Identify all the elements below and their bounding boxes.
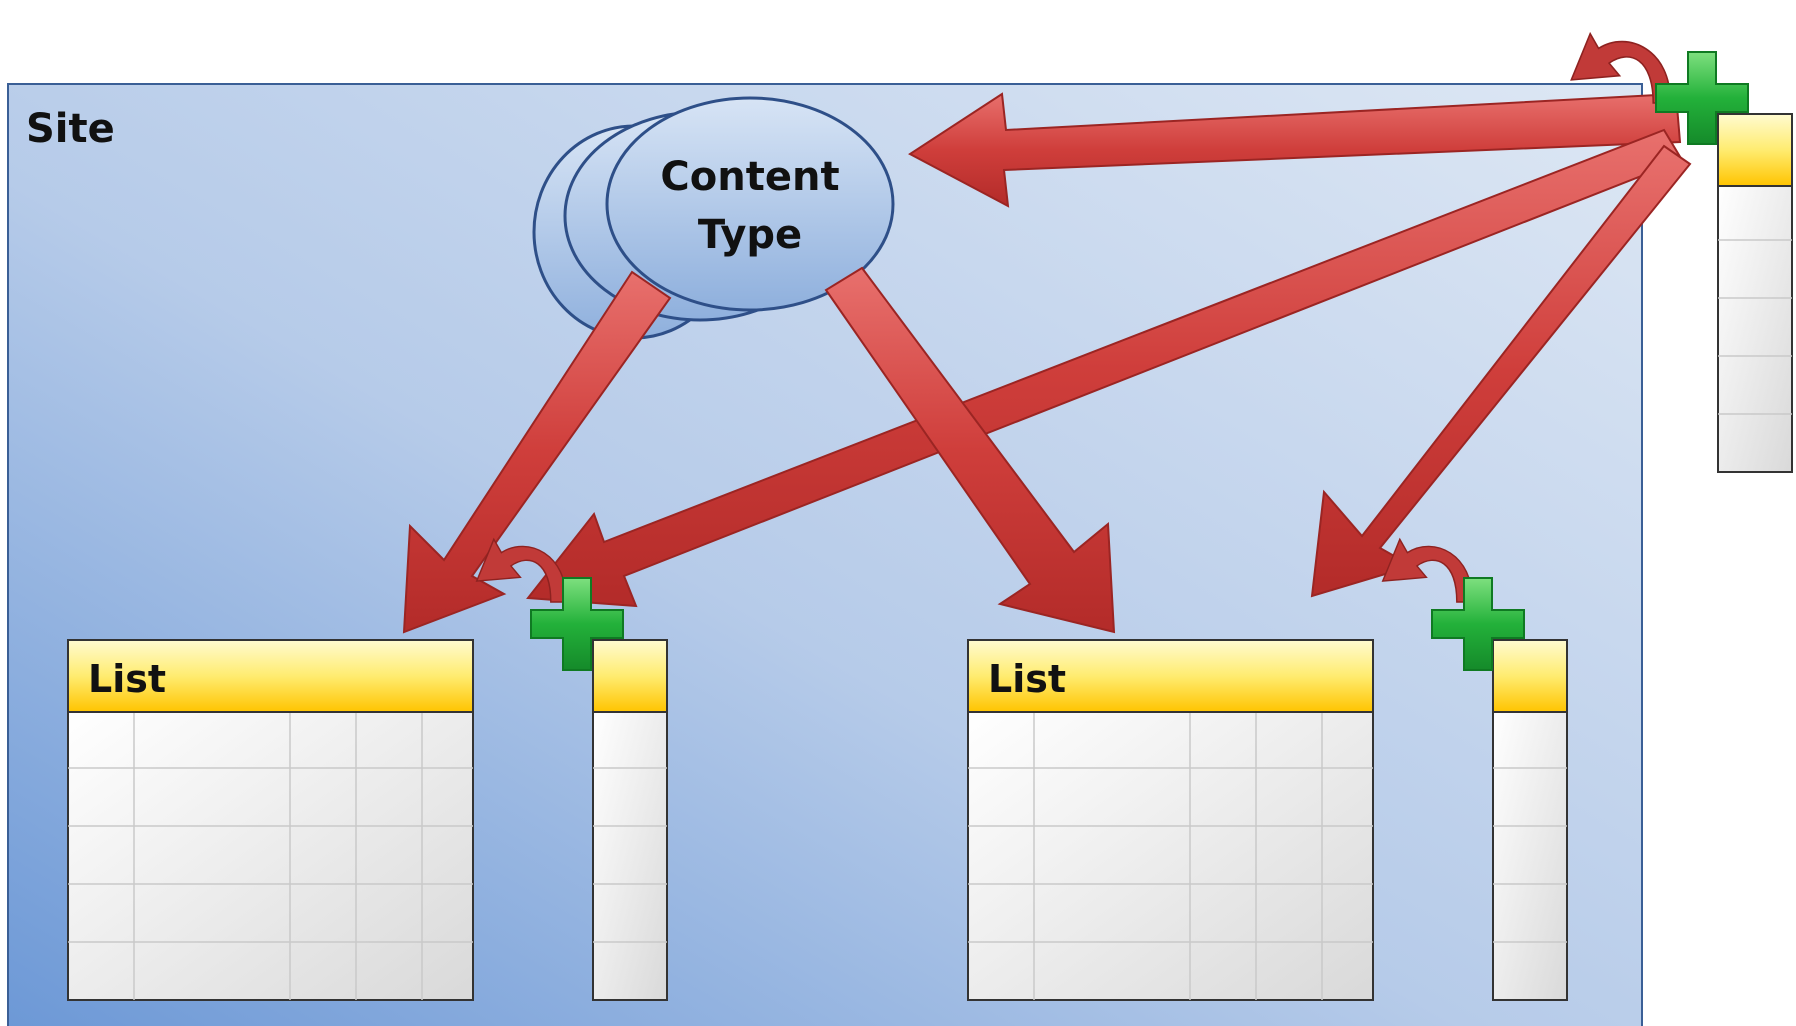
list-table-right: List — [967, 639, 1374, 1001]
list-table-left: List — [67, 639, 474, 1001]
content-type-label-line1: Content — [660, 154, 839, 200]
diagram-canvas: Site Content Type List List — [7, 32, 1793, 1026]
column-icon — [1492, 639, 1568, 1001]
site-label: Site — [26, 106, 115, 152]
column-icon — [592, 639, 668, 1001]
list-label: List — [988, 657, 1066, 701]
column-icon — [1717, 113, 1793, 473]
list-label: List — [88, 657, 166, 701]
content-type-label-line2: Type — [698, 212, 802, 258]
